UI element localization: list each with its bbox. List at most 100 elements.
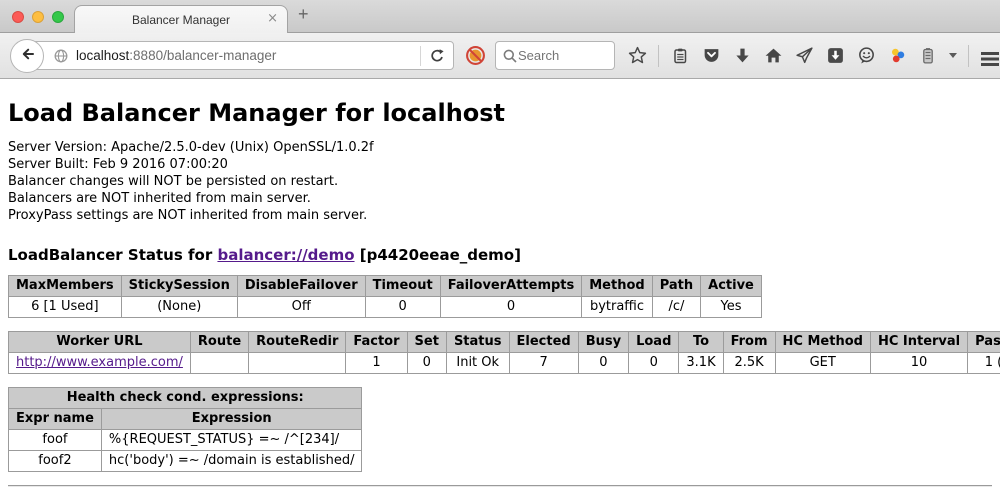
battery-extension-button[interactable] [918, 46, 938, 66]
expression-cell: hc('body') =~ /domain is established/ [101, 451, 362, 472]
table-header-row: Expr name Expression [9, 409, 362, 430]
timeout-cell: 0 [365, 297, 440, 318]
from-cell: 2.5K [723, 353, 775, 374]
worker-table: Worker URL Route RouteRedir Factor Set S… [8, 331, 1000, 374]
balancer-heading-prefix: LoadBalancer Status for [8, 246, 217, 264]
load-cell: 0 [629, 353, 679, 374]
feedback-smiley-button[interactable] [856, 46, 876, 66]
table-row: foof %{REQUEST_STATUS} =~ /^[234]/ [9, 430, 362, 451]
col-header: Factor [346, 332, 407, 353]
expression-cell: %{REQUEST_STATUS} =~ /^[234]/ [101, 430, 362, 451]
col-header: Path [652, 276, 700, 297]
table-title-row: Health check cond. expressions: [9, 388, 362, 409]
col-header: MaxMembers [9, 276, 122, 297]
col-header: Active [701, 276, 762, 297]
pocket-button[interactable] [701, 46, 721, 66]
col-header: Route [190, 332, 248, 353]
globe-icon [53, 48, 69, 64]
search-input[interactable] [518, 48, 598, 63]
status-cell: Init Ok [446, 353, 509, 374]
col-header: Timeout [365, 276, 440, 297]
titlebar-tabstrip: Balancer Manager × + [0, 0, 1000, 33]
col-header: Set [407, 332, 446, 353]
balancer-status-heading: LoadBalancer Status for balancer://demo … [8, 246, 992, 264]
hamburger-icon [981, 52, 999, 55]
new-tab-button[interactable]: + [298, 4, 309, 25]
col-header: Method [582, 276, 652, 297]
home-button[interactable] [763, 46, 783, 66]
col-header: Worker URL [9, 332, 191, 353]
close-window-button[interactable] [12, 11, 24, 23]
busy-cell: 0 [578, 353, 628, 374]
bookmarks-clipboard-button[interactable] [670, 46, 690, 66]
col-header: To [679, 332, 723, 353]
zoom-window-button[interactable] [52, 11, 64, 23]
col-header: From [723, 332, 775, 353]
send-tab-plane-icon[interactable] [794, 46, 814, 66]
server-built-line: Server Built: Feb 9 2016 07:00:20 [8, 156, 992, 173]
col-header: HC Interval [870, 332, 967, 353]
col-header: Elected [509, 332, 578, 353]
balancer-heading-suffix: [p4420eeae_demo] [355, 246, 521, 264]
server-version-line: Server Version: Apache/2.5.0-dev (Unix) … [8, 139, 992, 156]
elected-cell: 7 [509, 353, 578, 374]
method-cell: bytraffic [582, 297, 652, 318]
set-cell: 0 [407, 353, 446, 374]
table-header-row: Worker URL Route RouteRedir Factor Set S… [9, 332, 1000, 353]
window-controls [12, 11, 64, 23]
col-header: Expression [101, 409, 362, 430]
navigation-toolbar: localhost:8880/balancer-manager [0, 33, 1000, 79]
col-header: StickySession [121, 276, 237, 297]
toolbar-separator [968, 45, 969, 67]
balancer-demo-link[interactable]: balancer://demo [217, 246, 354, 264]
col-header: Expr name [9, 409, 102, 430]
search-bar[interactable] [495, 41, 615, 70]
url-domain: localhost [76, 48, 129, 63]
download-helper-button[interactable] [825, 46, 845, 66]
plugin-blocked-icon[interactable] [465, 45, 486, 66]
downloads-button[interactable] [732, 46, 752, 66]
route-cell [190, 353, 248, 374]
footer-rule [8, 485, 992, 487]
tab-title: Balancer Manager [132, 13, 230, 27]
table-header-row: MaxMembers StickySession DisableFailover… [9, 276, 762, 297]
sticky-session-cell: (None) [121, 297, 237, 318]
back-button[interactable] [10, 39, 44, 73]
url-text: localhost:8880/balancer-manager [76, 48, 276, 63]
back-arrow-icon [19, 46, 36, 66]
chevron-down-icon[interactable] [949, 53, 957, 58]
browser-tab[interactable]: Balancer Manager × [74, 5, 288, 33]
minimize-window-button[interactable] [32, 11, 44, 23]
urlbar-separator [420, 46, 421, 66]
toolbar-separator [658, 45, 659, 67]
path-cell: /c/ [652, 297, 700, 318]
tab-close-icon[interactable]: × [267, 11, 278, 27]
url-path: :8880/balancer-manager [129, 48, 276, 63]
menu-button[interactable] [980, 46, 1000, 66]
active-cell: Yes [701, 297, 762, 318]
col-header: Busy [578, 332, 628, 353]
health-table-title: Health check cond. expressions: [9, 388, 362, 409]
health-check-table: Health check cond. expressions: Expr nam… [8, 387, 362, 472]
table-row: foof2 hc('body') =~ /domain is establish… [9, 451, 362, 472]
col-header: HC Method [775, 332, 870, 353]
table-row: http://www.example.com/ 1 0 Init Ok 7 0 … [9, 353, 1000, 374]
route-redir-cell [249, 353, 346, 374]
inherit-note-line: Balancers are NOT inherited from main se… [8, 190, 992, 207]
col-header: RouteRedir [249, 332, 346, 353]
col-header: Passes [968, 332, 1000, 353]
worker-url-link[interactable]: http://www.example.com/ [16, 355, 183, 370]
hc-interval-cell: 10 [870, 353, 967, 374]
url-bar[interactable]: localhost:8880/balancer-manager [26, 41, 454, 70]
max-members-cell: 6 [1 Used] [9, 297, 122, 318]
passes-cell: 1 (0) [968, 353, 1000, 374]
expr-name-cell: foof2 [9, 451, 102, 472]
expr-name-cell: foof [9, 430, 102, 451]
bookmark-star-button[interactable] [627, 46, 647, 66]
search-icon [502, 48, 518, 64]
factor-cell: 1 [346, 353, 407, 374]
to-cell: 3.1K [679, 353, 723, 374]
proxypass-note-line: ProxyPass settings are NOT inherited fro… [8, 207, 992, 224]
reload-button[interactable] [429, 48, 445, 64]
colored-dots-extension-button[interactable] [887, 46, 907, 66]
